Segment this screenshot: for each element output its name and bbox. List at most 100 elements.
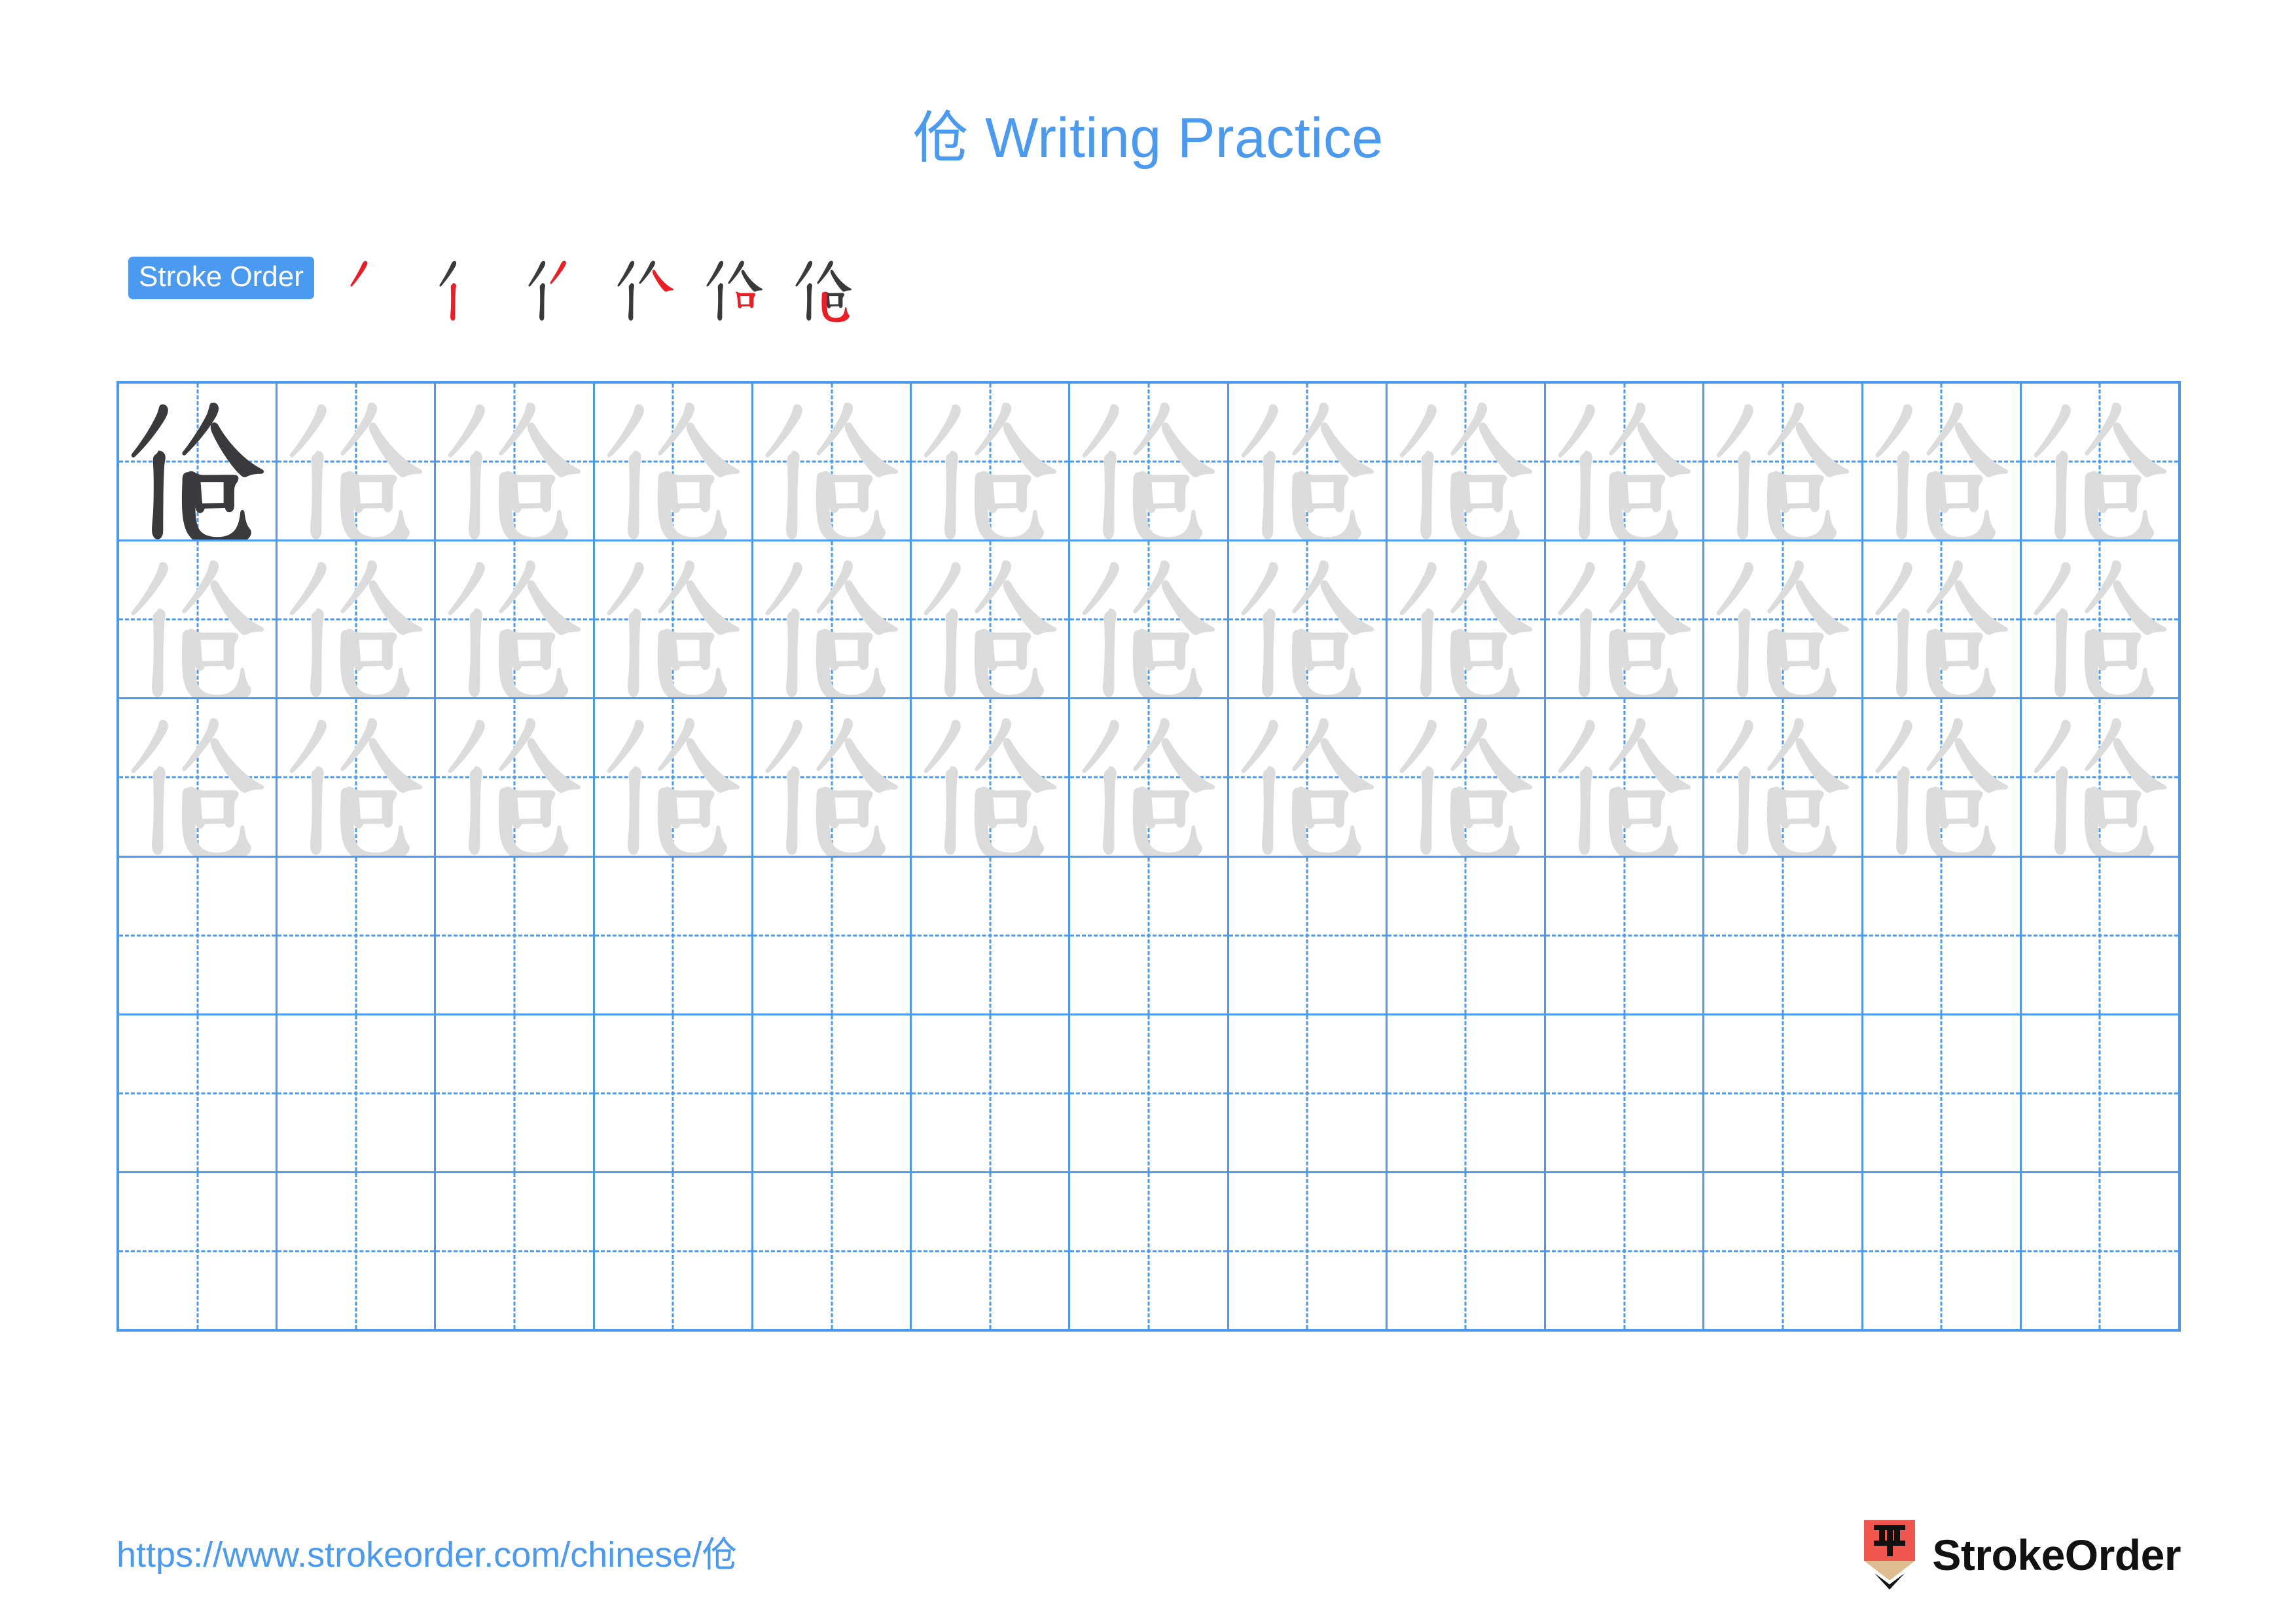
practice-cell-empty[interactable] <box>2022 858 2178 1013</box>
practice-cell-empty[interactable] <box>278 1173 437 1330</box>
practice-cell[interactable] <box>1863 384 2022 540</box>
practice-cell[interactable] <box>278 384 437 540</box>
practice-cell[interactable] <box>912 384 1071 540</box>
practice-cell[interactable] <box>119 699 278 856</box>
practice-cell-empty[interactable] <box>1704 1173 1863 1330</box>
practice-cell-empty[interactable] <box>1070 857 1229 1013</box>
practice-cell[interactable] <box>2022 384 2178 540</box>
grid-row-4 <box>119 857 2178 1015</box>
practice-cell-empty[interactable] <box>1704 857 1863 1013</box>
practice-cell[interactable] <box>753 699 912 856</box>
practice-cell[interactable] <box>1388 384 1547 540</box>
practice-cell[interactable] <box>595 699 753 856</box>
practice-cell[interactable] <box>436 699 595 856</box>
practice-cell[interactable] <box>2022 699 2178 856</box>
character-glyph-faint <box>119 541 276 698</box>
source-url-link[interactable]: https://www.strokeorder.com/chinese/伧 <box>117 1537 737 1573</box>
practice-cell[interactable] <box>1704 541 1863 698</box>
practice-cell-empty[interactable] <box>1863 1015 2022 1171</box>
character-glyph-faint <box>278 541 434 698</box>
practice-cell[interactable] <box>912 699 1071 856</box>
character-glyph-faint <box>1229 384 1386 540</box>
practice-cell-empty[interactable] <box>1388 1015 1547 1171</box>
practice-cell-empty[interactable] <box>1546 857 1705 1013</box>
practice-cell[interactable] <box>1704 699 1863 856</box>
practice-cell[interactable] <box>1863 699 2022 856</box>
practice-cell-empty[interactable] <box>1863 1173 2022 1330</box>
stroke-step-2 <box>414 249 503 334</box>
practice-cell[interactable] <box>1546 541 1705 698</box>
practice-cell[interactable] <box>436 541 595 698</box>
practice-grid <box>117 381 2181 1332</box>
character-glyph-faint <box>912 384 1068 540</box>
practice-cell-empty[interactable] <box>1388 1173 1547 1330</box>
practice-cell-empty[interactable] <box>436 1173 595 1330</box>
character-glyph-faint <box>1070 699 1227 856</box>
practice-cell[interactable] <box>595 384 753 540</box>
practice-cell-empty[interactable] <box>278 857 437 1013</box>
practice-cell-empty[interactable] <box>912 857 1071 1013</box>
practice-cell[interactable] <box>119 541 278 698</box>
practice-cell-empty[interactable] <box>2022 1015 2178 1171</box>
practice-cell-empty[interactable] <box>278 1015 437 1171</box>
practice-cell-model[interactable] <box>119 384 278 540</box>
practice-cell[interactable] <box>1229 541 1388 698</box>
practice-cell[interactable] <box>1070 384 1229 540</box>
practice-cell[interactable] <box>1704 384 1863 540</box>
practice-cell[interactable] <box>2022 541 2178 698</box>
practice-cell[interactable] <box>595 541 753 698</box>
practice-cell-empty[interactable] <box>1704 1015 1863 1171</box>
character-glyph-faint <box>1388 699 1544 856</box>
practice-cell-empty[interactable] <box>2022 1173 2178 1329</box>
character-glyph-faint <box>2022 699 2178 856</box>
practice-cell-empty[interactable] <box>753 1173 912 1330</box>
practice-cell[interactable] <box>1229 699 1388 856</box>
character-glyph-faint <box>753 699 910 856</box>
practice-cell-empty[interactable] <box>1070 1173 1229 1330</box>
practice-cell-empty[interactable] <box>912 1015 1071 1171</box>
practice-cell[interactable] <box>753 541 912 698</box>
practice-cell-empty[interactable] <box>595 1173 753 1330</box>
practice-cell-empty[interactable] <box>436 857 595 1013</box>
grid-row-2 <box>119 541 2178 700</box>
practice-cell[interactable] <box>1546 384 1705 540</box>
practice-cell-empty[interactable] <box>1229 857 1388 1013</box>
practice-cell[interactable] <box>436 384 595 540</box>
practice-cell[interactable] <box>753 384 912 540</box>
practice-cell[interactable] <box>912 541 1071 698</box>
practice-cell[interactable] <box>1388 541 1547 698</box>
practice-cell-empty[interactable] <box>436 1015 595 1171</box>
character-glyph-faint <box>1863 541 2020 698</box>
character-glyph-faint <box>595 699 751 856</box>
practice-cell-empty[interactable] <box>753 857 912 1013</box>
practice-cell[interactable] <box>1863 541 2022 698</box>
character-glyph-faint <box>912 541 1068 698</box>
stroke-step-6 <box>770 249 859 334</box>
practice-cell-empty[interactable] <box>1546 1015 1705 1171</box>
practice-cell[interactable] <box>1388 699 1547 856</box>
practice-cell-empty[interactable] <box>1229 1173 1388 1330</box>
practice-cell-empty[interactable] <box>1070 1015 1229 1171</box>
practice-cell[interactable] <box>1070 699 1229 856</box>
practice-cell-empty[interactable] <box>119 1173 278 1330</box>
character-glyph-faint <box>595 384 751 540</box>
practice-cell-empty[interactable] <box>912 1173 1071 1330</box>
practice-cell[interactable] <box>1546 699 1705 856</box>
practice-cell-empty[interactable] <box>595 1015 753 1171</box>
character-glyph-faint <box>1388 541 1544 698</box>
practice-cell-empty[interactable] <box>1546 1173 1705 1330</box>
practice-cell[interactable] <box>1070 541 1229 698</box>
practice-cell[interactable] <box>1229 384 1388 540</box>
practice-cell-empty[interactable] <box>119 1015 278 1171</box>
practice-cell-empty[interactable] <box>1388 857 1547 1013</box>
practice-cell-empty[interactable] <box>1229 1015 1388 1171</box>
character-glyph-faint <box>278 384 434 540</box>
grid-row-1 <box>119 384 2178 542</box>
stroke-step-4 <box>592 249 681 334</box>
practice-cell-empty[interactable] <box>753 1015 912 1171</box>
practice-cell[interactable] <box>278 699 437 856</box>
practice-cell[interactable] <box>278 541 437 698</box>
practice-cell-empty[interactable] <box>119 857 278 1013</box>
practice-cell-empty[interactable] <box>595 857 753 1013</box>
practice-cell-empty[interactable] <box>1863 857 2022 1013</box>
